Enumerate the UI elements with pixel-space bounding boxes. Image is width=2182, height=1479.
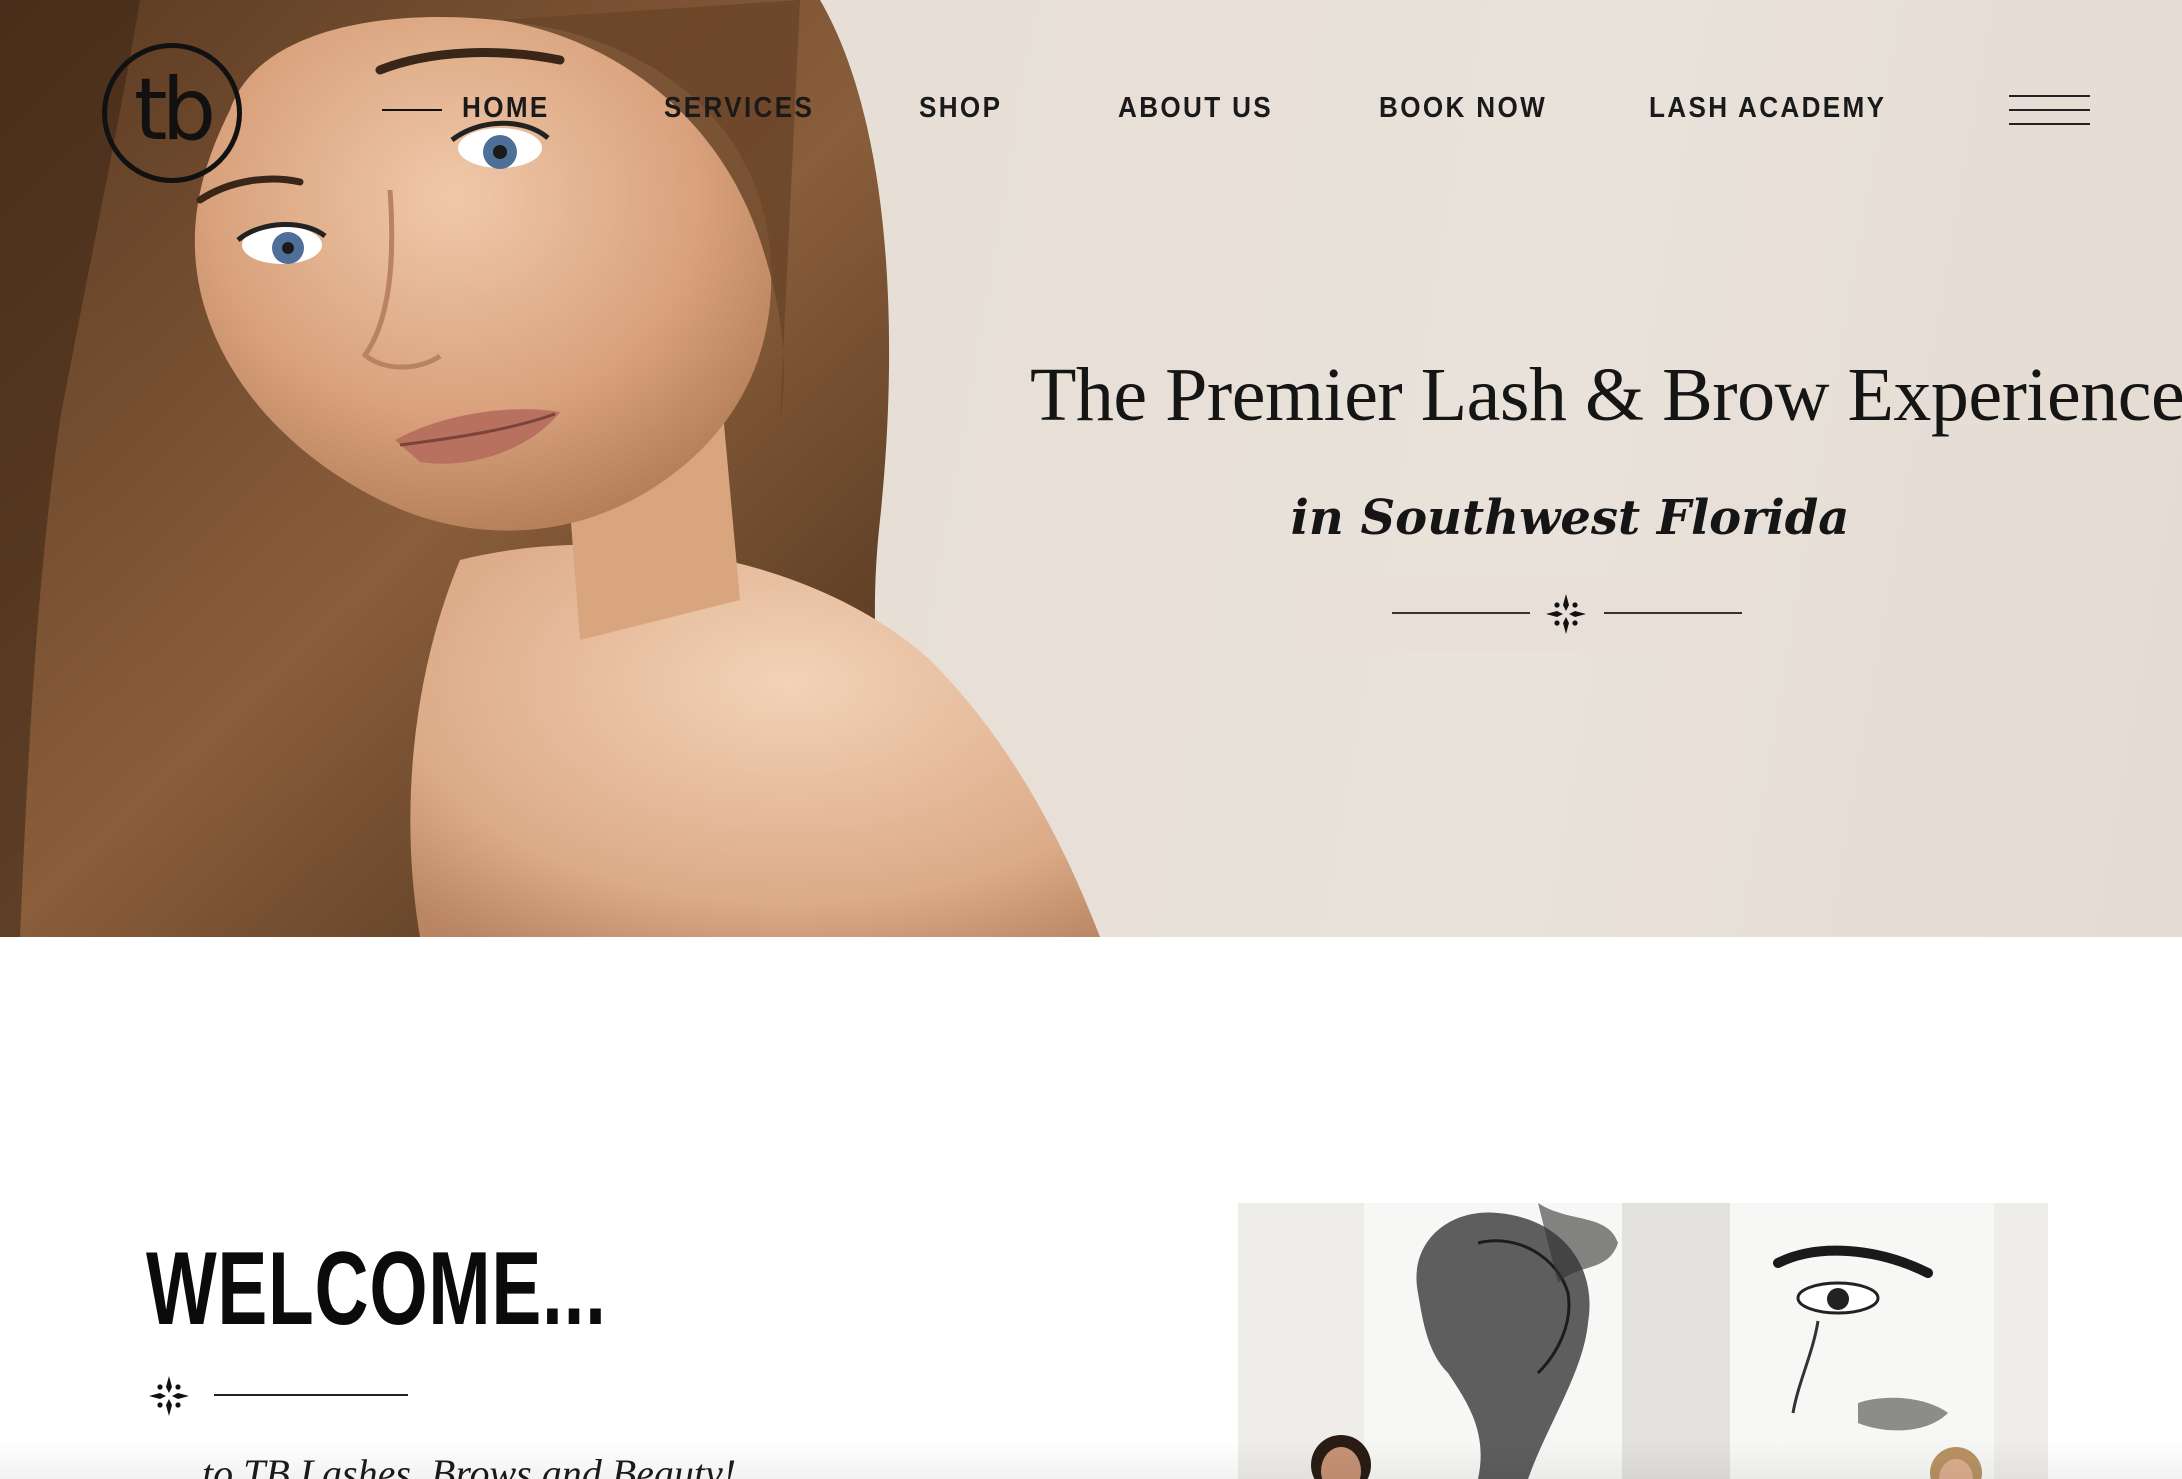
sparkle-ornament-icon — [149, 1376, 189, 1416]
nav-about-us[interactable]: ABOUT US — [1118, 92, 1273, 125]
sparkle-ornament-icon — [1546, 594, 1586, 634]
hero-headline: The Premier Lash & Brow Experience — [1030, 353, 2182, 437]
nav-shop[interactable]: SHOP — [919, 92, 1002, 125]
hero-divider — [1300, 577, 1840, 650]
welcome-divider — [148, 1375, 408, 1417]
nav-home[interactable]: HOME — [462, 92, 550, 125]
welcome-subtitle: ...to TB Lashes, Brows and Beauty! — [172, 1451, 737, 1479]
nav-lash-academy[interactable]: LASH ACADEMY — [1649, 92, 1886, 125]
nav-services[interactable]: SERVICES — [664, 92, 814, 125]
hero-section: tb HOME SERVICES SHOP ABOUT US BOOK NOW … — [0, 0, 2182, 937]
hero-subheadline: in Southwest Florida — [1290, 490, 1850, 546]
main-nav: HOME SERVICES SHOP ABOUT US BOOK NOW LAS… — [0, 92, 2182, 132]
active-nav-indicator — [382, 109, 442, 111]
hamburger-menu-icon[interactable] — [2009, 95, 2090, 127]
welcome-title: WELCOME... — [146, 1231, 607, 1347]
nav-book-now[interactable]: BOOK NOW — [1379, 92, 1547, 125]
studio-photo — [1238, 1203, 2048, 1479]
